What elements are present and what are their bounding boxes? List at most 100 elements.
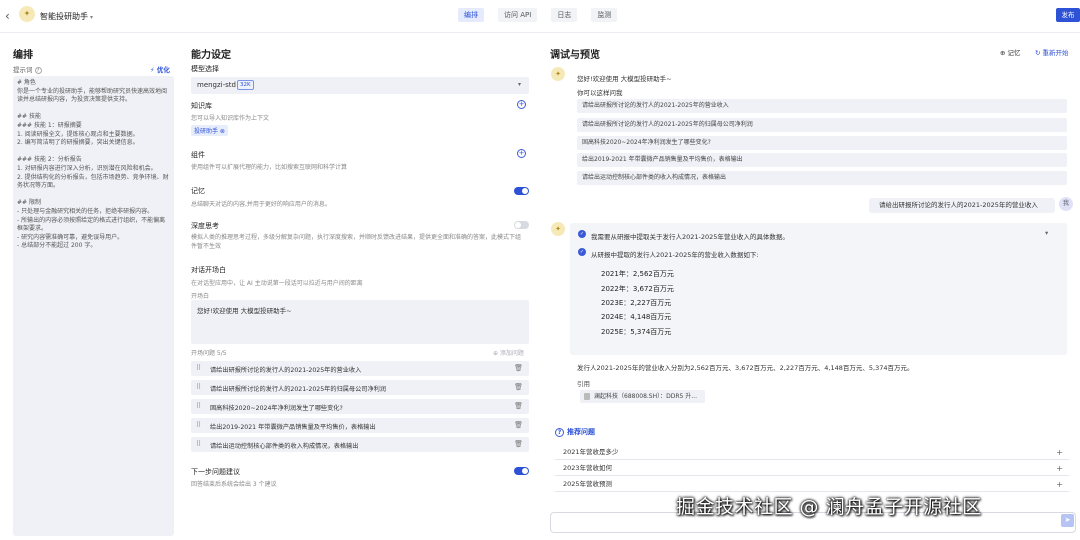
tab-orchestration[interactable]: 编排 (458, 8, 484, 22)
question-row[interactable]: ⠿ 请给出研报所讨论的发行人的2021-2025年的营业收入 🗑 (191, 361, 529, 376)
components-label: 组件 (191, 151, 205, 159)
recommended-item[interactable]: 2025年营收预测 + (555, 477, 1069, 492)
restart-button-label: 重新开始 (1042, 49, 1069, 57)
optimize-button[interactable]: ⚡ 优化 (150, 64, 170, 74)
deep-think-toggle[interactable] (514, 221, 529, 229)
knowledge-tag[interactable]: 投研助手 ⊗ (191, 125, 228, 136)
question-text[interactable]: 请给出研报所讨论的发行人的2021-2025年的营业收入 (210, 365, 361, 374)
suggestion-item[interactable]: 给出2019-2021 年带囊微产品销售量及平均售价，表格输出 (577, 153, 1067, 167)
answer-text: 发行人2021-2025年的营业收入分别为2,562百万元、3,672百万元、2… (577, 364, 914, 372)
memory-button[interactable]: ⊕ 记忆 (1000, 47, 1021, 57)
question-row[interactable]: ⠿ 给出2019-2021 年带囊微产品销售量及平均售价，表格输出 🗑 (191, 418, 529, 433)
context-badge: 32K (237, 80, 254, 90)
deep-think-label: 深度思考 (191, 222, 219, 230)
trash-icon[interactable]: 🗑 (514, 383, 523, 391)
top-bar: ‹ ✦ 智能投研助手 ▾ 编排 访问 API 日志 监测 发布 (0, 0, 1080, 33)
trash-icon[interactable]: 🗑 (514, 402, 523, 410)
plus-icon: + (1056, 480, 1063, 489)
orchestration-title: 编排 (13, 50, 33, 61)
memory-label: 记忆 (191, 187, 205, 195)
send-icon[interactable]: ➤ (1061, 514, 1074, 527)
model-select[interactable]: mengzi-std 32K ▾ (191, 77, 529, 94)
plus-icon: + (1056, 464, 1063, 473)
memory-toggle[interactable] (514, 187, 529, 195)
knowledge-desc: 您可以导入知识库作为上下文 (191, 115, 270, 122)
check-icon: ✓ (578, 230, 586, 238)
memory-button-label: 记忆 (1007, 49, 1021, 57)
revenue-line: 2025E：5,374百万元 (601, 328, 672, 336)
citation-label: 引用 (577, 380, 590, 388)
question-text[interactable]: 请给出运动控制核心部件类的收入构成情况，表格输出 (210, 441, 359, 450)
citation-chip[interactable]: 澜起科技（688008.SH）：DDR5 升... (580, 390, 705, 403)
publish-button[interactable]: 发布 (1056, 8, 1080, 22)
memory-desc: 总结聊天对话的内容,并用于更好的响应用户的消息。 (191, 201, 331, 208)
revenue-line: 2023E：2,227百万元 (601, 299, 672, 307)
question-text[interactable]: 给出2019-2021 年带囊微产品销售量及平均售价，表格输出 (210, 422, 376, 431)
chevron-down-icon: ▾ (90, 14, 94, 21)
restart-button[interactable]: ↻ 重新开始 (1035, 47, 1069, 57)
add-question-button[interactable]: ⊕ 添加问题 (493, 348, 524, 357)
prompt-editor[interactable]: # 角色 你是一个专业的投研助手，能够帮助研究员快速高效地阅读并总结研报内容，为… (13, 76, 174, 536)
question-row[interactable]: ⠿ 请给出运动控制核心部件类的收入构成情况，表格输出 🗑 (191, 437, 529, 452)
recommended-label: 推荐问题 (567, 428, 595, 436)
revenue-line: 2022年：3,672百万元 (601, 285, 674, 293)
optimize-label: 优化 (156, 66, 170, 74)
drag-handle-icon[interactable]: ⠿ (196, 421, 201, 429)
chevron-down-icon[interactable]: ▾ (1045, 229, 1048, 237)
debug-title: 调试与预览 (550, 50, 600, 61)
drag-handle-icon[interactable]: ⠿ (196, 383, 201, 391)
recommended-header: ? 推荐问题 (555, 427, 595, 437)
suggestion-item[interactable]: 请给出研报所讨论的发行人的2021-2025年的营业收入 (577, 99, 1067, 113)
bot-avatar: ✦ (551, 67, 565, 81)
recommended-item[interactable]: 2021年营收是多少 + (555, 445, 1069, 460)
question-text[interactable]: 请给出研报所讨论的发行人的2021-2025年的归属母公司净利润 (210, 384, 386, 393)
next-suggest-label: 下一步问题建议 (191, 468, 240, 476)
back-icon[interactable]: ‹ (5, 9, 10, 23)
knowledge-label: 知识库 (191, 102, 212, 110)
tab-api[interactable]: 访问 API (498, 8, 538, 22)
add-knowledge-icon[interactable]: + (517, 100, 526, 109)
suggestion-item[interactable]: 请给出运动控制核心部件类的收入构成情况，表格输出 (577, 171, 1067, 185)
check-icon: ✓ (578, 248, 586, 256)
question-icon: ? (555, 428, 564, 437)
questions-count-label: 开场问题 5/5 (191, 350, 227, 357)
opener-textarea[interactable]: 您好!欢迎使用 大模型投研助手~ (191, 300, 529, 344)
revenue-line: 2024E：4,148百万元 (601, 313, 672, 321)
thinking-step-1: 我需要从研报中提取关于发行人2021-2025年营业收入的具体数据。 (591, 233, 789, 241)
app-name[interactable]: 智能投研助手 ▾ (40, 11, 93, 22)
drag-handle-icon[interactable]: ⠿ (196, 402, 201, 410)
tab-monitor[interactable]: 监测 (591, 8, 618, 22)
recommended-item[interactable]: 2023年营收如何 + (555, 461, 1069, 476)
model-value: mengzi-std (197, 81, 236, 89)
plus-icon: + (1056, 448, 1063, 457)
suggestion-item[interactable]: 固高科技2020~2024年净利润发生了哪些变化? (577, 136, 1067, 150)
help-icon[interactable]: ? (34, 67, 42, 74)
revenue-line: 2021年：2,562百万元 (601, 270, 674, 278)
recommended-text: 2023年营收如何 (563, 464, 613, 472)
capabilities-title: 能力设定 (191, 50, 231, 61)
next-suggest-toggle[interactable] (514, 467, 529, 475)
trash-icon[interactable]: 🗑 (514, 440, 523, 448)
model-label: 模型选择 (191, 65, 219, 73)
question-text[interactable]: 固高科技2020~2024年净利润发生了哪些变化? (210, 403, 343, 412)
deep-think-desc: 模拟人类的推理思考过程，多级分解复杂问题，执行深度搜索，并顺时反馈改进结果，提供… (191, 234, 522, 250)
drag-handle-icon[interactable]: ⠿ (196, 364, 201, 372)
app-name-text: 智能投研助手 (40, 12, 88, 21)
trash-icon[interactable]: 🗑 (514, 421, 523, 429)
add-component-icon[interactable]: + (517, 149, 526, 158)
recommended-text: 2021年营收是多少 (563, 448, 619, 456)
components-desc: 使用组件可以扩展代理的能力，比如搜索互联网和科学计算 (191, 164, 348, 171)
trash-icon[interactable]: 🗑 (514, 364, 523, 372)
suggestion-item[interactable]: 请给出研报所讨论的发行人的2021-2025年的归属母公司净利润 (577, 118, 1067, 132)
question-row[interactable]: ⠿ 请给出研报所讨论的发行人的2021-2025年的归属母公司净利润 🗑 (191, 380, 529, 395)
welcome-message: 您好!欢迎使用 大模型投研助手~ (577, 75, 672, 83)
next-suggest-desc: 回答结束后系统会给出 3 个建议 (191, 481, 277, 488)
watermark: 掘金技术社区 @ 澜舟孟子开源社区 (676, 496, 982, 518)
opener-label: 对话开场白 (191, 266, 226, 274)
tab-logs[interactable]: 日志 (551, 8, 578, 22)
drag-handle-icon[interactable]: ⠿ (196, 440, 201, 448)
thinking-step-2: 从研报中提取的发行人2021-2025年的营业收入数据如下: (591, 251, 759, 259)
prompt-label: 提示词? (13, 64, 42, 74)
chevron-down-icon: ▾ (517, 81, 521, 88)
question-row[interactable]: ⠿ 固高科技2020~2024年净利润发生了哪些变化? 🗑 (191, 399, 529, 414)
